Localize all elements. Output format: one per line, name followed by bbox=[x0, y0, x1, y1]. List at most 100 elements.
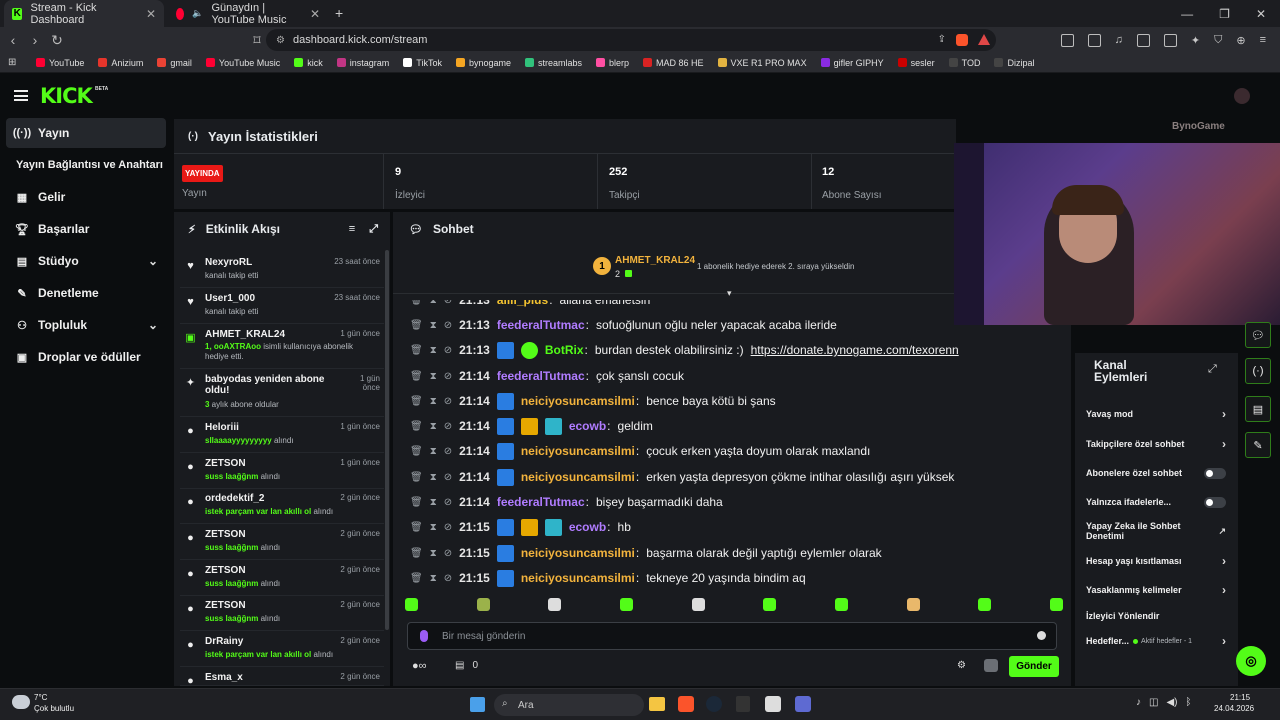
ban-icon[interactable]: ⊘ bbox=[444, 421, 452, 432]
feed-item[interactable]: ● ZETSON 1 gün önce suss laağğnm alındı bbox=[180, 454, 384, 489]
badge-icon[interactable] bbox=[984, 659, 998, 672]
timeout-icon[interactable]: ⧗ bbox=[430, 548, 437, 559]
channel-action-row[interactable]: Takipçilere özel sohbet › bbox=[1086, 434, 1226, 454]
message-link[interactable]: https://donate.bynogame.com/texorenn bbox=[751, 343, 959, 357]
chat-message[interactable]: 🗑︎ ⧗ ⊘ 21:14 neiciyosuncamsilmi: çocuk erken … bbox=[410, 441, 870, 461]
channel-action-row[interactable]: Hesap yaşı kısıtlaması › bbox=[1086, 551, 1226, 571]
emote-icon[interactable] bbox=[834, 598, 848, 611]
message-username[interactable]: neiciyosuncamsilmi bbox=[521, 470, 635, 484]
delete-message-icon[interactable]: 🗑︎ bbox=[410, 345, 423, 356]
sidebar-item-stream-key[interactable]: Yayın Bağlantısı ve Anahtarı bbox=[6, 150, 166, 180]
chat-message[interactable]: 🗑︎ ⧗ ⊘ 21:15 neiciyosuncamsilmi: başarma olar… bbox=[410, 543, 882, 563]
emote-icon[interactable] bbox=[906, 598, 920, 611]
message-username[interactable]: BotRix bbox=[545, 343, 584, 357]
chat-message[interactable]: 🗑︎ ⧗ ⊘ 21:14 feederalTutmac: bişey başarmadık… bbox=[410, 492, 723, 512]
brave-rewards-icon[interactable] bbox=[978, 34, 990, 45]
popout-icon[interactable]: ⤢ bbox=[369, 223, 378, 236]
bookmark-icon[interactable]: ⌑ bbox=[246, 32, 268, 49]
minimize-icon[interactable]: — bbox=[1181, 7, 1193, 21]
chat-input[interactable]: Bir mesaj gönderin bbox=[407, 622, 1057, 650]
chat-message[interactable]: 🗑︎ ⧗ ⊘ 21:14 neiciyosuncamsilmi: erken yaşta … bbox=[410, 467, 954, 487]
delete-message-icon[interactable]: 🗑︎ bbox=[410, 421, 423, 432]
message-username[interactable]: neiciyosuncamsilmi bbox=[521, 394, 635, 408]
message-username[interactable]: neiciyosuncamsilmi bbox=[521, 571, 635, 585]
delete-message-icon[interactable]: 🗑︎ bbox=[410, 446, 423, 457]
chat-message[interactable]: 🗑︎ ⧗ ⊘ 21:14 ecowb: geldim bbox=[410, 416, 653, 436]
message-username[interactable]: feederalTutmac bbox=[497, 495, 585, 509]
feed-item[interactable]: ♥ NexyroRL 23 saat önce kanalı takip etti bbox=[180, 253, 384, 288]
forward-icon[interactable]: › bbox=[24, 32, 46, 48]
feed-item[interactable]: ● DrRainy 2 gün önce istek parçam var lan a… bbox=[180, 632, 384, 667]
extensions-icon[interactable] bbox=[1060, 33, 1074, 47]
channel-action-row[interactable]: Abonelere özel sohbet bbox=[1086, 463, 1226, 483]
apps-grid-icon[interactable]: ⊞ bbox=[8, 57, 16, 68]
channel-action-row[interactable]: İzleyici Yönlendir bbox=[1086, 606, 1226, 626]
collapse-chevron-icon[interactable]: ▾ bbox=[727, 288, 732, 299]
broadcast-shortcut-icon[interactable]: (·) bbox=[1245, 358, 1271, 384]
send-button[interactable]: Gönder bbox=[1009, 656, 1059, 677]
filter-icon[interactable]: ≡ bbox=[349, 223, 355, 236]
sidebar-item-stream[interactable]: ((·)) Yayın bbox=[6, 118, 166, 148]
bookmark-item[interactable]: gmail bbox=[157, 58, 192, 68]
microphone-icon[interactable] bbox=[420, 630, 428, 642]
tab-youtube-music[interactable]: 🔈 Günaydın | YouTube Music ✕ bbox=[168, 0, 328, 27]
chat-shortcut-icon[interactable]: 💬︎ bbox=[1245, 322, 1271, 348]
ban-icon[interactable]: ⊘ bbox=[444, 345, 452, 356]
bookmark-item[interactable]: Anizium bbox=[98, 58, 143, 68]
bookmark-item[interactable]: YouTube bbox=[36, 58, 84, 68]
message-username[interactable]: ecowb bbox=[569, 520, 606, 534]
feed-item[interactable]: ♥ User1_000 23 saat önce kanalı takip etti bbox=[180, 289, 384, 324]
channel-action-row[interactable]: Hedefler... Aktif hedefler - 1 › bbox=[1086, 631, 1226, 651]
music-icon[interactable]: ♫ bbox=[1115, 34, 1123, 47]
points-counter[interactable]: ▤ 0 bbox=[455, 660, 478, 671]
feed-item[interactable]: ● Esma_x 2 gün önce bbox=[180, 668, 384, 687]
delete-message-icon[interactable]: 🗑︎ bbox=[410, 522, 423, 533]
system-tray[interactable]: ♪ ◫ ◀) ᛒ bbox=[1136, 697, 1191, 708]
menu-icon[interactable]: ≡ bbox=[1260, 34, 1266, 47]
steam-icon[interactable] bbox=[706, 696, 722, 712]
message-username[interactable]: neiciyosuncamsilmi bbox=[521, 444, 635, 458]
delete-message-icon[interactable]: 🗑︎ bbox=[410, 548, 423, 559]
bookmark-item[interactable]: Dizipal bbox=[994, 58, 1034, 68]
message-username[interactable]: neiciyosuncamsilmi bbox=[521, 546, 635, 560]
chat-message[interactable]: 🗑︎ ⧗ ⊘ 21:14 neiciyosuncamsilmi: bence baya k… bbox=[410, 391, 776, 411]
ban-icon[interactable]: ⊘ bbox=[444, 548, 452, 559]
infinity-icon[interactable]: ●∞ bbox=[412, 660, 427, 672]
emote-icon[interactable] bbox=[476, 598, 490, 611]
emoji-icon[interactable] bbox=[1037, 631, 1046, 640]
sidebar-icon[interactable] bbox=[1136, 33, 1150, 47]
emote-icon[interactable] bbox=[619, 598, 633, 611]
windows-start-icon[interactable] bbox=[470, 697, 485, 712]
app-icon[interactable] bbox=[795, 696, 811, 712]
sidebar-item-moderation[interactable]: ✎ Denetleme bbox=[6, 278, 166, 308]
ban-icon[interactable]: ⊘ bbox=[444, 446, 452, 457]
delete-message-icon[interactable]: 🗑︎ bbox=[410, 320, 423, 331]
user-avatar[interactable] bbox=[1234, 88, 1250, 104]
feed-item[interactable]: ● ordedektif_2 2 gün önce istek parçam var … bbox=[180, 489, 384, 524]
studio-shortcut-icon[interactable]: ▤ bbox=[1245, 396, 1271, 422]
channel-action-row[interactable]: Yalnızca ifadelerle... bbox=[1086, 492, 1226, 512]
bookmark-item[interactable]: streamlabs bbox=[525, 58, 582, 68]
bookmark-item[interactable]: kick bbox=[294, 58, 323, 68]
delete-message-icon[interactable]: 🗑︎ bbox=[410, 497, 423, 508]
bookmark-item[interactable]: gifler GIPHY bbox=[820, 58, 884, 68]
channel-action-row[interactable]: Yavaş mod › bbox=[1086, 404, 1226, 424]
taskbar-search[interactable]: ⌕ Ara bbox=[494, 694, 644, 716]
message-username[interactable]: ecowb bbox=[569, 419, 606, 433]
delete-message-icon[interactable]: 🗑︎ bbox=[410, 573, 423, 584]
emote-icon[interactable] bbox=[405, 598, 418, 611]
brave-browser-icon[interactable] bbox=[678, 696, 694, 712]
screenshot-icon[interactable] bbox=[1087, 33, 1101, 47]
new-tab-button[interactable]: + bbox=[335, 5, 343, 21]
message-username[interactable]: feederalTutmac bbox=[497, 318, 585, 332]
feed-item[interactable]: ✦ babyodas yeniden abone oldu! 1 gün önce 3… bbox=[180, 370, 384, 417]
ban-icon[interactable]: ⊘ bbox=[444, 371, 452, 382]
vpn-icon[interactable]: ⊕ bbox=[1236, 34, 1245, 47]
feed-item[interactable]: ● ZETSON 2 gün önce suss laağğnm alındı bbox=[180, 596, 384, 631]
sidebar-item-drops[interactable]: ▣ Droplar ve ödüller bbox=[6, 342, 166, 372]
chat-message[interactable]: 🗑︎ ⧗ ⊘ 21:15 ecowb: hb bbox=[410, 517, 631, 537]
feed-item[interactable]: ▣ AHMET_KRAL24 1 gün önce 1, ooAXTRAoo isim… bbox=[180, 325, 384, 369]
emote-icon[interactable] bbox=[1049, 598, 1063, 611]
ban-icon[interactable]: ⊘ bbox=[444, 497, 452, 508]
emote-icon[interactable] bbox=[763, 598, 777, 611]
